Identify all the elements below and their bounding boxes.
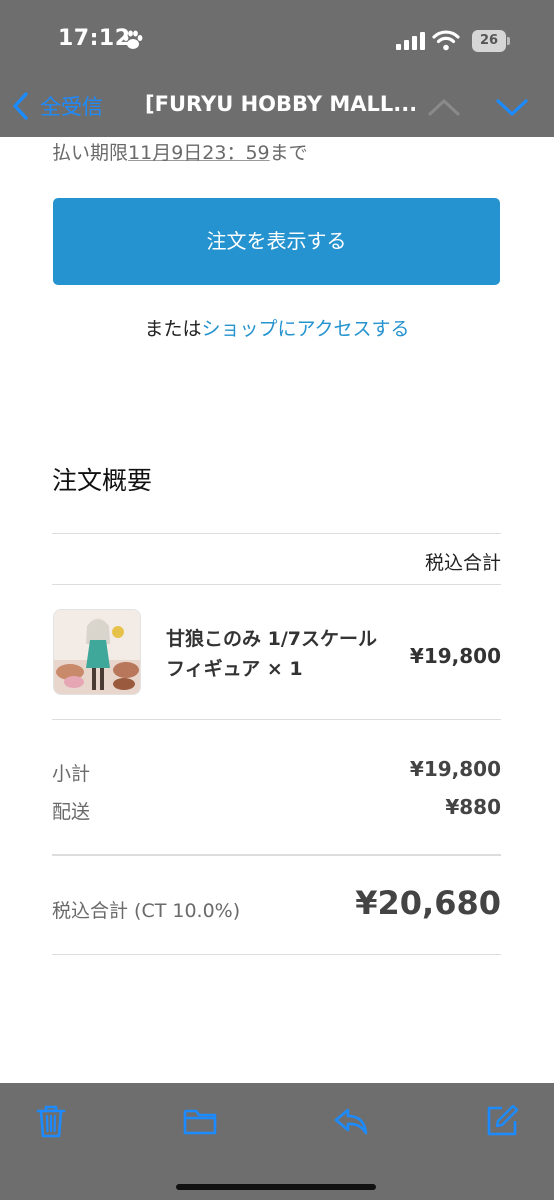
reply-icon[interactable]	[333, 1103, 369, 1139]
wifi-icon	[432, 30, 460, 51]
chevron-left-icon	[13, 92, 28, 120]
back-button[interactable]: 全受信	[10, 88, 103, 124]
subtotal-value: ¥19,800	[409, 757, 501, 781]
header-bar: 17:12 26 全受信 [FURYU HOBBY MALL...	[0, 0, 554, 137]
chevron-up-icon[interactable]	[424, 92, 464, 124]
tax-included-total-header: 税込合計	[424, 552, 501, 574]
divider	[52, 719, 501, 720]
shipping-label: 配送	[52, 801, 91, 823]
folder-icon[interactable]	[182, 1103, 218, 1139]
product-thumbnail	[53, 609, 141, 695]
battery-tip	[507, 37, 510, 45]
battery-icon: 26	[472, 30, 512, 52]
view-order-button[interactable]: 注文を表示する	[53, 198, 500, 285]
deadline-date[interactable]: 11月9日23：59	[128, 142, 270, 164]
subtotal-label: 小計	[52, 763, 91, 785]
paw-icon	[123, 30, 143, 49]
payment-deadline: 払い期限11月9日23：59まで	[52, 138, 308, 165]
figure-image	[54, 610, 140, 694]
trash-icon[interactable]	[33, 1103, 69, 1139]
home-indicator[interactable]	[176, 1184, 376, 1190]
deadline-suffix: まで	[269, 142, 308, 164]
back-label: 全受信	[40, 95, 103, 119]
nav-title: [FURYU HOBBY MALL...	[145, 92, 415, 116]
compose-icon[interactable]	[484, 1103, 520, 1139]
shop-prefix: または	[144, 318, 202, 340]
signal-icon	[396, 32, 425, 50]
shop-line: またはショップにアクセスする	[0, 314, 554, 341]
divider	[52, 584, 501, 585]
divider	[52, 954, 501, 955]
divider	[52, 533, 501, 534]
total-value: ¥20,680	[355, 884, 501, 922]
bottom-toolbar	[0, 1083, 554, 1200]
chevron-down-icon[interactable]	[492, 92, 532, 124]
item-name: 甘狼このみ 1/7スケールフィギュア × 1	[166, 628, 377, 680]
battery-level: 26	[472, 30, 506, 52]
item-price: ¥19,800	[409, 644, 501, 668]
shipping-value: ¥880	[445, 795, 501, 819]
total-label: 税込合計 (CT 10.0%)	[52, 900, 241, 922]
deadline-prefix: 払い期限	[52, 142, 129, 164]
order-summary-title: 注文概要	[52, 466, 153, 495]
divider	[52, 854, 501, 856]
shop-link[interactable]: ショップにアクセスする	[201, 318, 409, 340]
status-time: 17:12	[58, 26, 131, 51]
